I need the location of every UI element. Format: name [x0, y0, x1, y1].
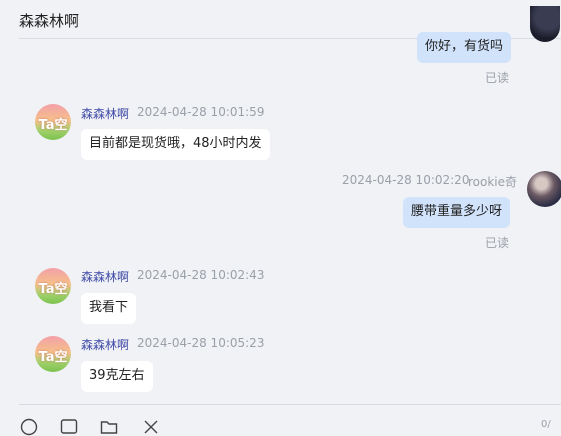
sender-name: 森森林啊	[81, 270, 130, 284]
message-bubble-mine: 你好，有货吗	[417, 32, 512, 63]
message-bubble-theirs: 39克左右	[81, 361, 153, 392]
my-avatar[interactable]	[527, 171, 561, 207]
message-time: 2024-04-28 10:02:43	[137, 268, 265, 282]
message-bubble-theirs: 目前都是现货哦，48小时内发	[81, 129, 270, 160]
contact-avatar[interactable]: Ta空	[35, 336, 71, 372]
folder-icon[interactable]	[100, 418, 118, 436]
contact-avatar[interactable]: Ta空	[35, 104, 71, 140]
contact-avatar[interactable]: Ta空	[35, 268, 71, 304]
message-time: 2024-04-28 10:05:23	[137, 336, 265, 350]
message-bubble-theirs: 我看下	[81, 293, 137, 324]
read-status: 已读	[485, 71, 510, 85]
image-icon[interactable]	[60, 418, 78, 436]
sender-name: 森森林啊	[81, 338, 130, 352]
chat-title: 森森林啊	[19, 12, 80, 30]
emoji-icon[interactable]	[20, 418, 38, 436]
scissors-icon[interactable]	[142, 418, 160, 436]
message-bubble-mine: 腰带重量多少呀	[403, 197, 511, 228]
char-counter: 0/	[541, 419, 551, 430]
sender-name: rookie奇	[468, 175, 518, 189]
composer-divider	[19, 404, 561, 405]
message-time: 2024-04-28 10:01:59	[137, 105, 265, 119]
sender-name: 森森林啊	[81, 107, 130, 121]
message-time: 2024-04-28 10:02:20	[342, 173, 470, 187]
my-avatar-partial[interactable]	[530, 6, 560, 42]
read-status: 已读	[485, 236, 510, 250]
